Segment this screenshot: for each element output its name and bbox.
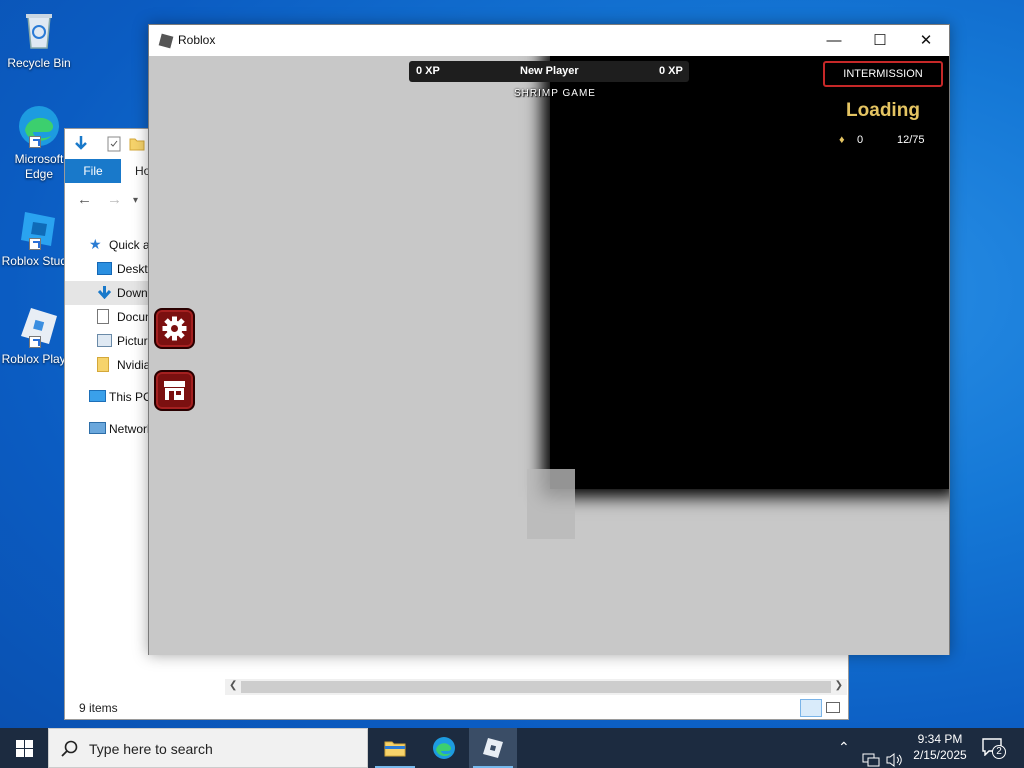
pictures-icon [97, 334, 112, 347]
details-view-icon[interactable] [800, 699, 822, 717]
system-clock[interactable]: 9:34 PM 2/15/2025 [905, 731, 975, 763]
folder-icon [384, 741, 406, 757]
minimize-button[interactable]: — [811, 25, 857, 56]
shop-icon [164, 381, 185, 400]
scroll-right-icon[interactable]: ❯ [835, 680, 843, 691]
start-button[interactable] [0, 728, 48, 768]
tree-item-desktop[interactable]: Desktop [65, 257, 155, 281]
tree-item-downloads[interactable]: Downloads [65, 281, 155, 305]
blurred-object [527, 469, 575, 539]
game-brand-logo: SHRIMP GAME [514, 88, 596, 99]
recent-locations-chevron-icon[interactable]: ▾ [133, 195, 138, 206]
tree-item-documents[interactable]: Documents [65, 305, 155, 329]
xp-left: 0 XP [416, 65, 440, 77]
coin-count: 0 [857, 134, 864, 146]
folder-icon [97, 357, 109, 372]
player-count: 12/75 [897, 134, 925, 146]
properties-icon[interactable] [107, 136, 121, 152]
search-icon [61, 740, 78, 757]
network-icon [89, 422, 106, 434]
taskbar-edge[interactable] [420, 728, 468, 768]
windows-logo-icon [16, 740, 33, 757]
shop-button[interactable] [154, 370, 195, 411]
desktop-icon-recycle-bin[interactable]: Recycle Bin [0, 8, 78, 71]
intermission-status-box: INTERMISSION [823, 61, 943, 87]
back-arrow-icon[interactable]: ← [77, 191, 92, 208]
download-arrow-icon [97, 286, 112, 299]
document-icon [97, 309, 109, 324]
network-icon[interactable] [862, 740, 880, 768]
clock-time: 9:34 PM [917, 732, 963, 746]
tree-item-nvidia[interactable]: Nvidia [65, 353, 155, 377]
roblox-window[interactable]: Roblox — ☐ ✕ 0 XP New Player 0 XP SHRIMP… [148, 24, 950, 655]
window-title: Roblox [178, 33, 216, 47]
star-icon: ★ [89, 236, 102, 252]
gear-icon [162, 316, 187, 341]
shortcut-arrow-icon [29, 238, 41, 250]
close-button[interactable]: ✕ [903, 25, 949, 56]
shortcut-arrow-icon [29, 336, 41, 348]
tree-item-pictures[interactable]: Pictures [65, 329, 155, 353]
tree-item-label: Nvidia [117, 358, 151, 372]
scrollbar-thumb[interactable] [241, 681, 831, 693]
taskbar-file-explorer[interactable] [371, 728, 419, 768]
download-arrow-icon[interactable] [73, 135, 89, 153]
tree-item-label: This PC [109, 390, 152, 404]
roblox-icon [483, 738, 503, 758]
clock-date: 2/15/2025 [913, 748, 967, 762]
recycle-bin-icon [17, 8, 61, 52]
xp-right: 0 XP [659, 65, 683, 77]
search-placeholder: Type here to search [89, 741, 213, 757]
computer-icon [89, 390, 106, 402]
quick-access-toolbar [65, 129, 155, 159]
loading-text: Loading [846, 100, 920, 121]
roblox-studio-icon [17, 206, 61, 250]
taskbar-search-box[interactable]: Type here to search [48, 728, 368, 768]
horizontal-scrollbar[interactable]: ❮ ❯ [225, 679, 847, 695]
tree-item-this-pc[interactable]: This PC [65, 385, 155, 409]
taskbar-roblox[interactable] [469, 728, 517, 768]
tree-item-label: Network [109, 422, 154, 436]
settings-button[interactable] [154, 308, 195, 349]
maximize-button[interactable]: ☐ [857, 25, 903, 56]
player-name: New Player [520, 65, 579, 77]
view-toggle [800, 699, 844, 717]
action-center-button[interactable]: 2 [980, 736, 1006, 760]
volume-icon[interactable] [885, 740, 903, 768]
forward-arrow-icon[interactable]: → [107, 191, 122, 208]
title-bar[interactable]: Roblox — ☐ ✕ [149, 25, 949, 56]
xp-bar: 0 XP New Player 0 XP [409, 61, 689, 82]
desktop-icon-label: Recycle Bin [7, 56, 71, 70]
scroll-left-icon[interactable]: ❮ [229, 680, 237, 691]
roblox-logo-icon [158, 33, 174, 49]
taskbar: Type here to search ⌃ 9:34 PM 2/15/2025 … [0, 728, 1024, 768]
edge-icon [17, 104, 61, 148]
folder-icon[interactable] [129, 137, 145, 151]
notification-badge: 2 [992, 745, 1006, 759]
tree-item-network[interactable]: Network [65, 417, 155, 441]
desktop-icon [97, 262, 112, 275]
edge-icon [433, 737, 455, 759]
large-icons-view-icon[interactable] [826, 702, 840, 713]
tree-item-quick-access[interactable]: ★ Quick access [65, 233, 155, 257]
show-hidden-icons-chevron-icon[interactable]: ⌃ [838, 739, 850, 768]
tab-file[interactable]: File [65, 159, 121, 183]
navigation-pane: ★ Quick access Desktop Downloads Documen… [65, 233, 155, 441]
shortcut-arrow-icon [29, 136, 41, 148]
coin-icon: ♦ [839, 134, 845, 146]
status-item-count: 9 items [79, 701, 118, 715]
roblox-player-icon [17, 304, 61, 348]
game-viewport[interactable]: 0 XP New Player 0 XP SHRIMP GAME INTERMI… [149, 56, 949, 655]
